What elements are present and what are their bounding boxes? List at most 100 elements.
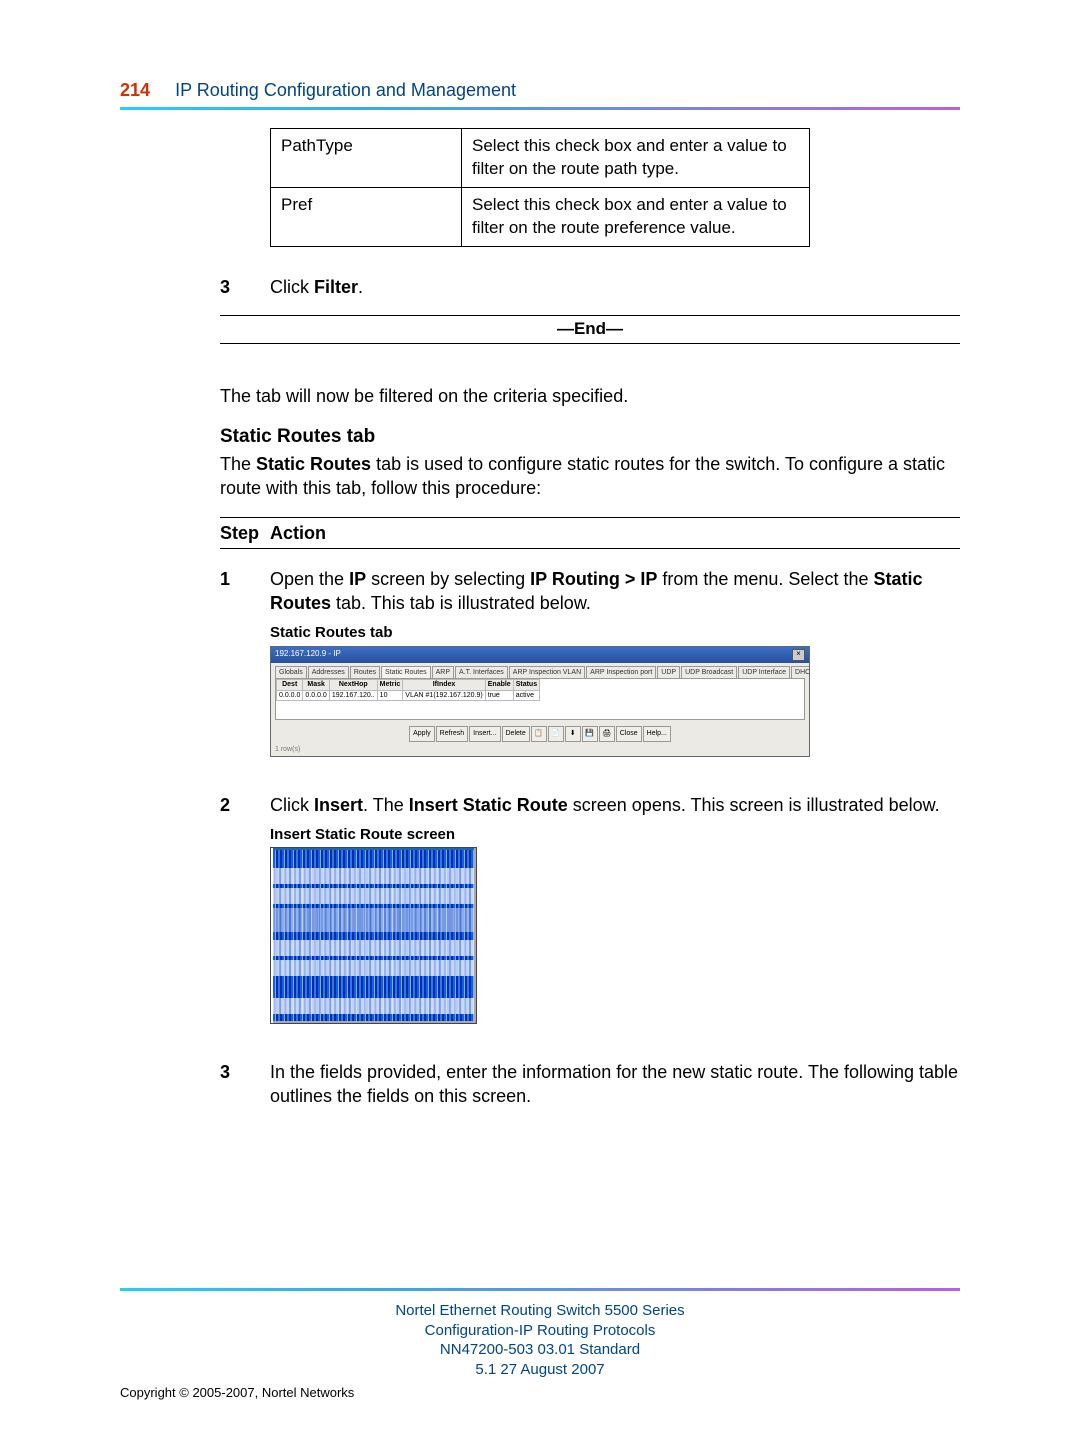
help-button[interactable]: Help...: [643, 726, 671, 742]
col-ifindex[interactable]: IfIndex: [403, 680, 485, 690]
page-header: 214 IP Routing Configuration and Managem…: [120, 80, 960, 101]
col-status[interactable]: Status: [513, 680, 539, 690]
tab-routes[interactable]: Routes: [350, 666, 380, 678]
step-col: Step: [220, 521, 270, 545]
tab-udp-interface[interactable]: UDP Interface: [738, 666, 790, 678]
step-body: Click Insert. The Insert Static Route sc…: [270, 793, 960, 1047]
col-mask[interactable]: Mask: [303, 680, 329, 690]
static-routes-heading: Static Routes tab: [220, 424, 960, 450]
text: tab. This tab is illustrated below.: [331, 593, 591, 613]
insert-button[interactable]: Insert...: [469, 726, 500, 742]
text: screen by selecting: [366, 569, 530, 589]
tab-static-routes[interactable]: Static Routes: [381, 666, 431, 678]
tab-dhcp[interactable]: DHCP: [791, 666, 809, 678]
cell: VLAN #1(192.167.120.9): [403, 690, 485, 700]
tab-arp-insp-port[interactable]: ARP Inspection port: [586, 666, 656, 678]
footer-line: NN47200-503 03.01 Standard: [440, 1341, 640, 1358]
table-row: PathType Select this check box and enter…: [271, 129, 810, 188]
text: Static Routes: [256, 454, 371, 474]
text: The: [220, 454, 256, 474]
page-header-title: IP Routing Configuration and Management: [175, 80, 516, 100]
footer-line: 5.1 27 August 2007: [475, 1361, 604, 1378]
step-action-header: Step Action: [220, 517, 960, 549]
status-bar: 1 row(s): [271, 744, 809, 755]
footer-line: Nortel Ethernet Routing Switch 5500 Seri…: [395, 1302, 684, 1319]
insert-static-route-screenshot: [270, 847, 477, 1024]
step-number: 1: [220, 567, 270, 779]
document-page: 214 IP Routing Configuration and Managem…: [0, 0, 1080, 1440]
page-number: 214: [120, 80, 150, 100]
close-icon[interactable]: ×: [792, 649, 805, 661]
text: IP Routing > IP: [530, 569, 657, 589]
step-3: 3 In the fields provided, enter the info…: [220, 1060, 960, 1109]
tab-at-interfaces[interactable]: A.T. Interfaces: [455, 666, 508, 678]
text: Click: [270, 795, 314, 815]
static-routes-intro: The Static Routes tab is used to configu…: [220, 452, 960, 501]
tab-addresses[interactable]: Addresses: [308, 666, 349, 678]
step-3-top: 3 Click Filter.: [220, 275, 960, 299]
copy-icon[interactable]: 📋: [531, 726, 547, 742]
cell-pathtype-desc: Select this check box and enter a value …: [462, 129, 810, 188]
text: .: [358, 277, 363, 297]
window-titlebar: 192.167.120.9 - IP ×: [271, 647, 809, 663]
refresh-button[interactable]: Refresh: [436, 726, 469, 742]
paste-icon[interactable]: 📄: [548, 726, 564, 742]
step-number: 3: [220, 275, 270, 299]
tab-strip: GlobalsAddressesRoutesStatic RoutesARPA.…: [271, 663, 809, 678]
footer-center: Nortel Ethernet Routing Switch 5500 Seri…: [120, 1301, 960, 1379]
print-icon[interactable]: 🖨: [599, 726, 615, 742]
close-button[interactable]: Close: [616, 726, 642, 742]
end-divider: —End—: [220, 315, 960, 344]
tab-arp-insp-vlan[interactable]: ARP Inspection VLAN: [509, 666, 585, 678]
cell: 0.0.0.0: [303, 690, 329, 700]
apply-button[interactable]: Apply: [409, 726, 435, 742]
tab-arp[interactable]: ARP: [432, 666, 454, 678]
cell: 0.0.0.0: [277, 690, 303, 700]
export-icon[interactable]: ⬇: [565, 726, 581, 742]
step-body: Open the IP screen by selecting IP Routi…: [270, 567, 960, 779]
header-rule: [120, 107, 960, 110]
toolbar: Apply Refresh Insert... Delete 📋 📄 ⬇ 💾 🖨…: [271, 724, 809, 744]
cell-pref-desc: Select this check box and enter a value …: [462, 187, 810, 246]
step-body: In the fields provided, enter the inform…: [270, 1060, 960, 1109]
col-dest[interactable]: Dest: [277, 680, 303, 690]
text: Insert: [314, 795, 363, 815]
save-icon[interactable]: 💾: [582, 726, 598, 742]
table-row: Pref Select this check box and enter a v…: [271, 187, 810, 246]
action-col: Action: [270, 521, 326, 545]
text: screen opens. This screen is illustrated…: [568, 795, 940, 815]
table-area: Dest Mask NextHop Metric IfIndex Enable …: [275, 678, 805, 720]
footer-rule: [120, 1288, 960, 1291]
footer-line: Configuration-IP Routing Protocols: [425, 1322, 656, 1339]
text: Open the: [270, 569, 349, 589]
text: Insert Static Route: [409, 795, 568, 815]
table-row[interactable]: 0.0.0.0 0.0.0.0 192.167.120.. 10 VLAN #1…: [277, 690, 540, 700]
col-enable[interactable]: Enable: [485, 680, 513, 690]
text: . The: [363, 795, 409, 815]
delete-button[interactable]: Delete: [502, 726, 530, 742]
col-metric[interactable]: Metric: [377, 680, 403, 690]
text: IP: [349, 569, 366, 589]
tab-globals[interactable]: Globals: [275, 666, 307, 678]
step-number: 2: [220, 793, 270, 1047]
paragraph: The tab will now be filtered on the crit…: [220, 384, 960, 408]
text: Click: [270, 277, 314, 297]
step-2: 2 Click Insert. The Insert Static Route …: [220, 793, 960, 1047]
cell-pref: Pref: [271, 187, 462, 246]
page-footer: Nortel Ethernet Routing Switch 5500 Seri…: [120, 1288, 960, 1400]
text: In the fields provided, enter the inform…: [270, 1062, 958, 1106]
cell: active: [513, 690, 539, 700]
static-routes-screenshot: 192.167.120.9 - IP × GlobalsAddressesRou…: [270, 646, 810, 757]
cell: 10: [377, 690, 403, 700]
routes-table: Dest Mask NextHop Metric IfIndex Enable …: [276, 679, 540, 701]
cell: 192.167.120..: [329, 690, 377, 700]
col-nexthop[interactable]: NextHop: [329, 680, 377, 690]
tab-udp-broadcast[interactable]: UDP Broadcast: [681, 666, 737, 678]
step-number: 3: [220, 1060, 270, 1109]
cell-pathtype: PathType: [271, 129, 462, 188]
figure-caption: Insert Static Route screen: [270, 825, 960, 845]
main-content: PathType Select this check box and enter…: [270, 128, 960, 1109]
filter-word: Filter: [314, 277, 358, 297]
tab-udp[interactable]: UDP: [657, 666, 680, 678]
step-body: Click Filter.: [270, 275, 960, 299]
